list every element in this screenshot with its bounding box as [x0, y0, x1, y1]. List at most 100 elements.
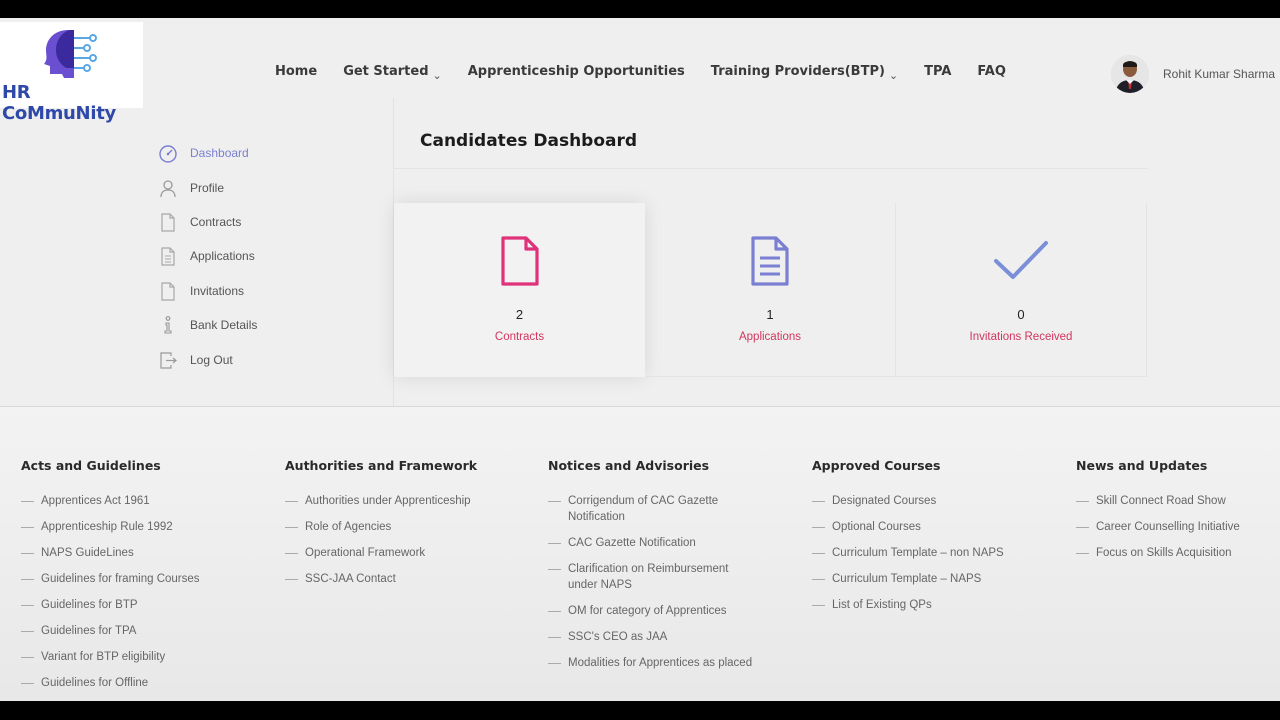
browser-viewport: HR CoMmuNity Home Get Started ⌄ Apprentic…: [0, 18, 1280, 701]
stat-card-applications[interactable]: 1 Applications: [645, 203, 896, 377]
dash-icon: [21, 527, 34, 528]
sidebar-item-label: Profile: [190, 180, 225, 195]
sidebar-item-contracts[interactable]: Contracts: [158, 205, 257, 239]
sidebar-item-dashboard[interactable]: Dashboard: [158, 136, 257, 170]
footer-link-text: CAC Gazette Notification: [568, 537, 696, 549]
dash-icon: [548, 637, 561, 638]
footer-link[interactable]: Guidelines for BTP: [21, 597, 200, 613]
dashboard-gauge-icon: [158, 143, 178, 163]
dash-icon: [1076, 527, 1089, 528]
footer-link[interactable]: Operational Framework: [285, 545, 477, 561]
sidebar-item-applications[interactable]: Applications: [158, 239, 257, 273]
nav-get-started[interactable]: Get Started ⌄: [343, 64, 442, 82]
dash-icon: [21, 553, 34, 554]
sidebar-item-bank-details[interactable]: Bank Details: [158, 308, 257, 342]
logo-wordmark-part-2: CoMmuNity: [2, 103, 116, 124]
contract-document-icon: [500, 236, 539, 286]
chevron-down-icon: ⌄: [432, 69, 442, 82]
site-logo[interactable]: HR CoMmuNity: [0, 22, 143, 124]
footer-link[interactable]: Variant for BTP eligibility: [21, 649, 200, 665]
nav-home-label: Home: [275, 64, 318, 79]
stat-label: Invitations Received: [969, 331, 1073, 343]
footer-link[interactable]: Focus on Skills Acquisition: [1076, 545, 1240, 561]
footer-link[interactable]: Authorities under Apprenticeship: [285, 493, 477, 509]
footer-link[interactable]: Guidelines for Offline: [21, 675, 200, 691]
footer-link[interactable]: Apprentices Act 1961: [21, 493, 200, 509]
nav-training-providers[interactable]: Training Providers(BTP) ⌄: [711, 64, 899, 82]
sidebar-item-label: Bank Details: [190, 318, 258, 333]
footer-link-text: Corrigendum of CAC Gazette Notification: [568, 495, 719, 523]
dash-icon: [21, 683, 34, 684]
stat-label: Contracts: [494, 331, 545, 343]
chevron-down-icon: ⌄: [888, 69, 899, 82]
sidebar-item-profile[interactable]: Profile: [158, 170, 257, 204]
avatar[interactable]: [1111, 55, 1149, 93]
footer-link[interactable]: Role of Agencies: [285, 519, 477, 535]
footer-heading: Approved Courses: [812, 458, 941, 473]
dash-icon: [548, 663, 561, 664]
footer-link-text: Designated Courses: [832, 495, 937, 507]
footer-link[interactable]: Guidelines for TPA: [21, 623, 200, 639]
footer-link[interactable]: Apprenticeship Rule 1992: [21, 519, 200, 535]
application-document-icon: [751, 236, 789, 286]
logout-icon: [158, 350, 178, 370]
footer-link[interactable]: Curriculum Template – NAPS: [812, 571, 1004, 587]
footer-heading: Notices and Advisories: [548, 458, 710, 473]
footer-link[interactable]: Curriculum Template – non NAPS: [812, 545, 1004, 561]
footer-link-text: Modalities for Apprentices as placed: [568, 657, 753, 669]
sidebar-item-label: Dashboard: [190, 146, 249, 161]
user-icon: [158, 178, 178, 198]
dash-icon: [812, 605, 825, 606]
footer-link[interactable]: Clarification on Reimbursement under NAP…: [548, 561, 753, 593]
footer-link[interactable]: List of Existing QPs: [812, 597, 1004, 613]
footer-link[interactable]: SSC's CEO as JAA: [548, 629, 753, 645]
stat-card-contracts[interactable]: 2 Contracts: [394, 203, 645, 377]
sidebar-item-label: Log Out: [190, 352, 233, 367]
footer-link[interactable]: OM for category of Apprentices: [548, 603, 753, 619]
site-footer: Acts and Guidelines Apprentices Act 1961…: [0, 407, 1280, 701]
footer-link-text: Career Counselling Initiative: [1096, 521, 1240, 533]
footer-link[interactable]: Guidelines for framing Courses: [21, 571, 200, 587]
stat-count: 2: [515, 307, 524, 322]
dash-icon: [548, 611, 561, 612]
footer-link[interactable]: Modalities for Apprentices as placed: [548, 655, 753, 671]
footer-link[interactable]: Skill Connect Road Show: [1076, 493, 1240, 509]
document-icon: [158, 281, 178, 301]
dash-icon: [1076, 501, 1089, 502]
dash-icon: [21, 631, 34, 632]
dash-icon: [21, 657, 34, 658]
nav-home[interactable]: Home: [275, 64, 317, 79]
footer-column-notices: Notices and Advisories Corrigendum of CA…: [548, 458, 753, 681]
sidebar-item-logout[interactable]: Log Out: [158, 342, 257, 376]
nav-tpa[interactable]: TPA: [924, 64, 951, 79]
sidebar-item-invitations[interactable]: Invitations: [158, 274, 257, 308]
footer-link-text: Skill Connect Road Show: [1096, 495, 1226, 507]
dash-icon: [285, 501, 298, 502]
dash-icon: [21, 579, 34, 580]
dash-icon: [285, 553, 298, 554]
sidebar-item-label: Invitations: [190, 283, 245, 298]
footer-link[interactable]: Designated Courses: [812, 493, 1004, 509]
checkmark-icon: [994, 241, 1048, 279]
nav-apprenticeship-opportunities[interactable]: Apprenticeship Opportunities: [468, 64, 685, 79]
user-name[interactable]: Rohit Kumar Sharma: [1163, 67, 1275, 81]
stat-card-invitations[interactable]: 0 Invitations Received: [896, 203, 1147, 377]
nav-faq-label: FAQ: [977, 64, 1006, 79]
footer-link[interactable]: Corrigendum of CAC Gazette Notification: [548, 493, 753, 525]
footer-link[interactable]: Optional Courses: [812, 519, 1004, 535]
nav-faq[interactable]: FAQ: [977, 64, 1006, 79]
footer-link-text: Focus on Skills Acquisition: [1096, 547, 1232, 559]
document-icon: [158, 212, 178, 232]
footer-link[interactable]: CAC Gazette Notification: [548, 535, 753, 551]
footer-link[interactable]: NAPS GuideLines: [21, 545, 200, 561]
dash-icon: [812, 553, 825, 554]
main-nav: Home Get Started ⌄ Apprenticeship Opportu…: [275, 64, 1032, 82]
footer-link-text: Variant for BTP eligibility: [41, 651, 166, 663]
sidebar-item-label: Applications: [190, 249, 255, 264]
user-menu[interactable]: Rohit Kumar Sharma: [1111, 55, 1275, 93]
footer-link[interactable]: Career Counselling Initiative: [1076, 519, 1240, 535]
footer-link[interactable]: SSC-JAA Contact: [285, 571, 477, 587]
footer-link-text: Role of Agencies: [305, 521, 392, 533]
stat-count: 0: [1017, 307, 1025, 322]
dash-icon: [21, 605, 34, 606]
